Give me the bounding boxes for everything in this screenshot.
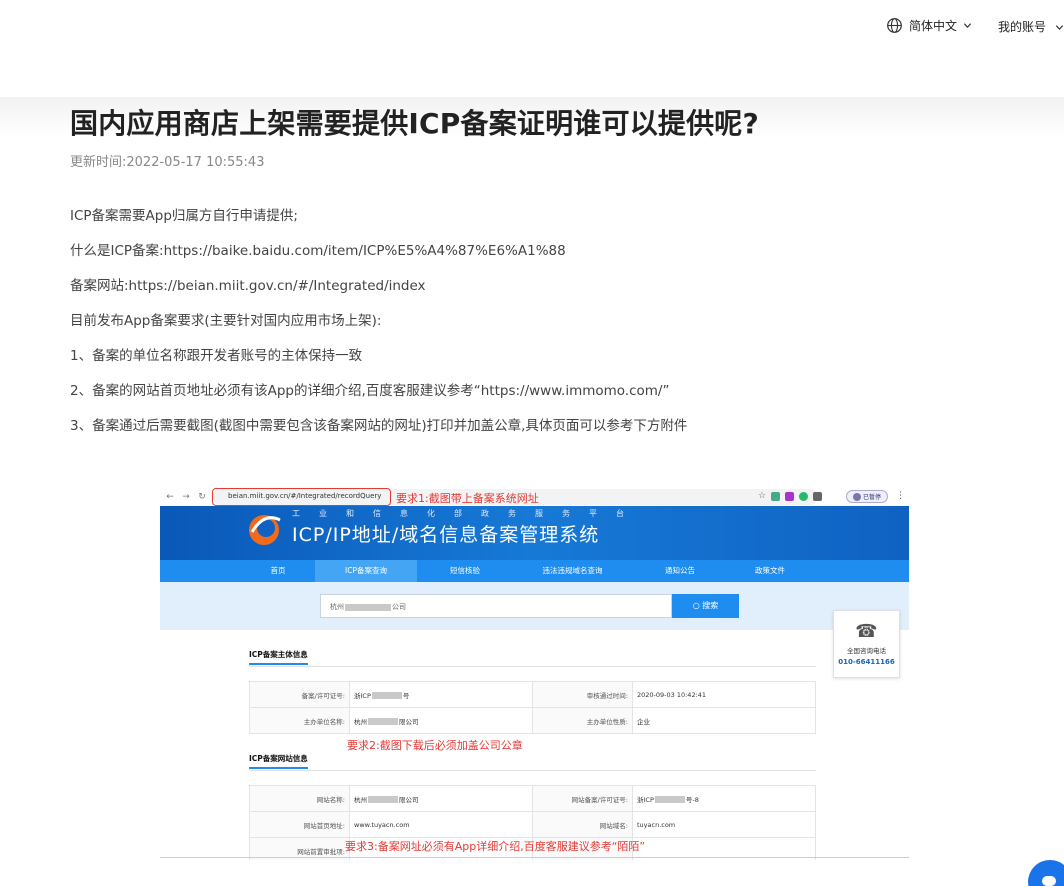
extension-icons: ☆ [758, 491, 823, 501]
phone-card: ☎ 全国咨询电话 010-66411166 [833, 610, 900, 678]
search-button: ○ 搜索 [672, 594, 739, 618]
puzzle-icon [813, 491, 823, 501]
field-value-text: 限公司 [399, 717, 419, 726]
paragraph: ICP备案需要App归属方自行申请提供; [70, 208, 298, 224]
extension-icon [799, 491, 809, 501]
page-title: 国内应用商店上架需要提供ICP备案证明谁可以提供呢? [70, 107, 759, 140]
field-value-text: 浙ICP [637, 795, 654, 804]
phone-number: 010-66411166 [838, 658, 895, 666]
paragraph: 1、备案的单位名称跟开发者账号的主体保持一致 [70, 348, 363, 364]
menu-item: 短信核验 [450, 566, 480, 575]
back-icon: ← [166, 492, 174, 502]
section-title: ICP备案主体信息 [249, 649, 308, 665]
annotation-req3: 要求3:备案网址必须有App详细介绍,百度客服建议参考“陌陌” [345, 840, 646, 853]
top-header: 简体中文 我的账号 [0, 0, 1064, 97]
menu-item: 首页 [270, 566, 286, 575]
field-value-text: 限公司 [399, 795, 419, 804]
star-icon: ☆ [758, 491, 767, 501]
field-value: tuyacn.com [632, 811, 816, 838]
redacted-block [654, 796, 685, 803]
field-label: 网站名称: [249, 785, 350, 812]
section-divider [249, 770, 816, 771]
search-value-suffix: 公司 [392, 603, 406, 611]
screenshot-bottom-edge [160, 857, 909, 858]
search-value: 杭州 公司 [330, 602, 406, 612]
avatar [852, 492, 861, 501]
field-label: 网站域名: [532, 811, 633, 838]
phone-label: 全国咨询电话 [847, 647, 886, 655]
annotation-req2: 要求2:截图下载后必须加盖公司公章 [347, 739, 523, 752]
paragraph: 3、备案通过后需要截图(截图中需要包含该备案网站的网址)打印并加盖公章,具体页面… [70, 418, 688, 434]
chevron-down-icon [1055, 25, 1063, 30]
paragraph: 目前发布App备案要求(主要针对国内应用市场上架): [70, 313, 382, 329]
forward-icon: → [182, 492, 190, 502]
redacted-block [368, 796, 398, 803]
field-value: 2020-09-03 10:42:41 [632, 681, 816, 708]
table-row: 网站首页地址: www.tuyacn.com 网站域名: tuyacn.com [249, 811, 816, 838]
field-value: 浙ICP 号 [349, 681, 533, 708]
extension-icon [785, 491, 795, 501]
banner-subtitle: 工业和信息化部政务服务平台 [292, 509, 643, 518]
field-label: 主办单位名称: [249, 707, 350, 734]
search-icon: ○ [692, 601, 700, 610]
language-label: 简体中文 [909, 19, 958, 33]
table-row: 备案/许可证号: 浙ICP 号 审核通过时间: 2020-09-03 10:42:… [249, 681, 816, 708]
phone-icon: ☎ [855, 621, 878, 642]
redacted-block [345, 603, 391, 611]
extension-icon [771, 491, 781, 501]
search-button-label: 搜索 [702, 601, 719, 610]
paragraph: 备案网站:https://beian.miit.gov.cn/#/Integra… [70, 278, 426, 294]
field-label: 审核通过时间: [532, 681, 633, 708]
search-area: 杭州 公司 ○ 搜索 [160, 582, 909, 630]
section-title: ICP备案网站信息 [249, 753, 308, 769]
menu-icon: ⋮ [896, 491, 905, 501]
paragraph: 什么是ICP备案:https://baike.baidu.com/item/IC… [70, 243, 566, 259]
chevron-down-icon [963, 23, 972, 28]
field-value-text: 杭州 [354, 795, 367, 804]
table-row: 主办单位名称: 杭州 限公司 主办单位性质: 企业 [249, 707, 816, 734]
field-value: 杭州 限公司 [349, 707, 533, 734]
field-value-link: www.tuyacn.com [349, 811, 533, 838]
site-banner: 工业和信息化部政务服务平台 ICP/IP地址/域名信息备案管理系统 [160, 506, 909, 560]
field-label: 网站备案/许可证号: [532, 785, 633, 812]
redacted-block [371, 692, 402, 699]
menu-item: 通知公告 [665, 566, 695, 575]
field-label: 备案/许可证号: [249, 681, 350, 708]
attachment-screenshot: ← → ↻ beian.miit.gov.cn/#/Integrated/rec… [160, 488, 909, 860]
field-value: 杭州 限公司 [349, 785, 533, 812]
site-logo-icon [249, 515, 281, 545]
field-label: 主办单位性质: [532, 707, 633, 734]
profile-label: 已暂停 [862, 494, 881, 501]
search-value-prefix: 杭州 [330, 603, 344, 611]
updated-time: 更新时间:2022-05-17 10:55:43 [70, 151, 264, 170]
menu-item: 违法违规域名查询 [542, 566, 603, 575]
field-value: 企业 [632, 707, 816, 734]
account-menu[interactable]: 我的账号 [998, 18, 1064, 35]
language-selector[interactable]: 简体中文 [886, 17, 972, 34]
globe-icon [887, 18, 902, 33]
menu-item-active: ICP备案查询 [315, 560, 417, 582]
field-value-text: 号-8 [685, 795, 699, 804]
field-value-text: 杭州 [354, 717, 367, 726]
paragraph: 2、备案的网站首页地址必须有该App的详细介绍,百度客服建议参考“https:/… [70, 383, 670, 399]
field-value-text: 号 [402, 691, 410, 700]
updated-value: 2022-05-17 10:55:43 [126, 155, 265, 170]
field-label: 网站首页地址: [249, 811, 350, 838]
annotation-req1: 要求1:截图带上备案系统网址 [396, 492, 539, 505]
subject-info-table: 备案/许可证号: 浙ICP 号 审核通过时间: 2020-09-03 10:42:… [249, 681, 816, 734]
chat-icon [1042, 876, 1056, 886]
banner-title: ICP/IP地址/域名信息备案管理系统 [292, 524, 600, 546]
field-value-text: 浙ICP [354, 691, 371, 700]
highlight-box [212, 488, 391, 506]
table-row: 网站名称: 杭州 限公司 网站备案/许可证号: 浙ICP 号-8 [249, 785, 816, 812]
updated-label: 更新时间: [70, 155, 127, 170]
reload-icon: ↻ [198, 492, 206, 502]
site-menu: 首页 ICP备案查询 短信核验 违法违规域名查询 通知公告 政策文件 [160, 560, 909, 582]
field-value: 浙ICP 号-8 [632, 785, 816, 812]
section-divider [249, 666, 816, 667]
redacted-block [368, 718, 398, 725]
profile-chip: 已暂停 [846, 490, 888, 503]
account-label: 我的账号 [998, 20, 1047, 34]
menu-item: 政策文件 [755, 566, 785, 575]
